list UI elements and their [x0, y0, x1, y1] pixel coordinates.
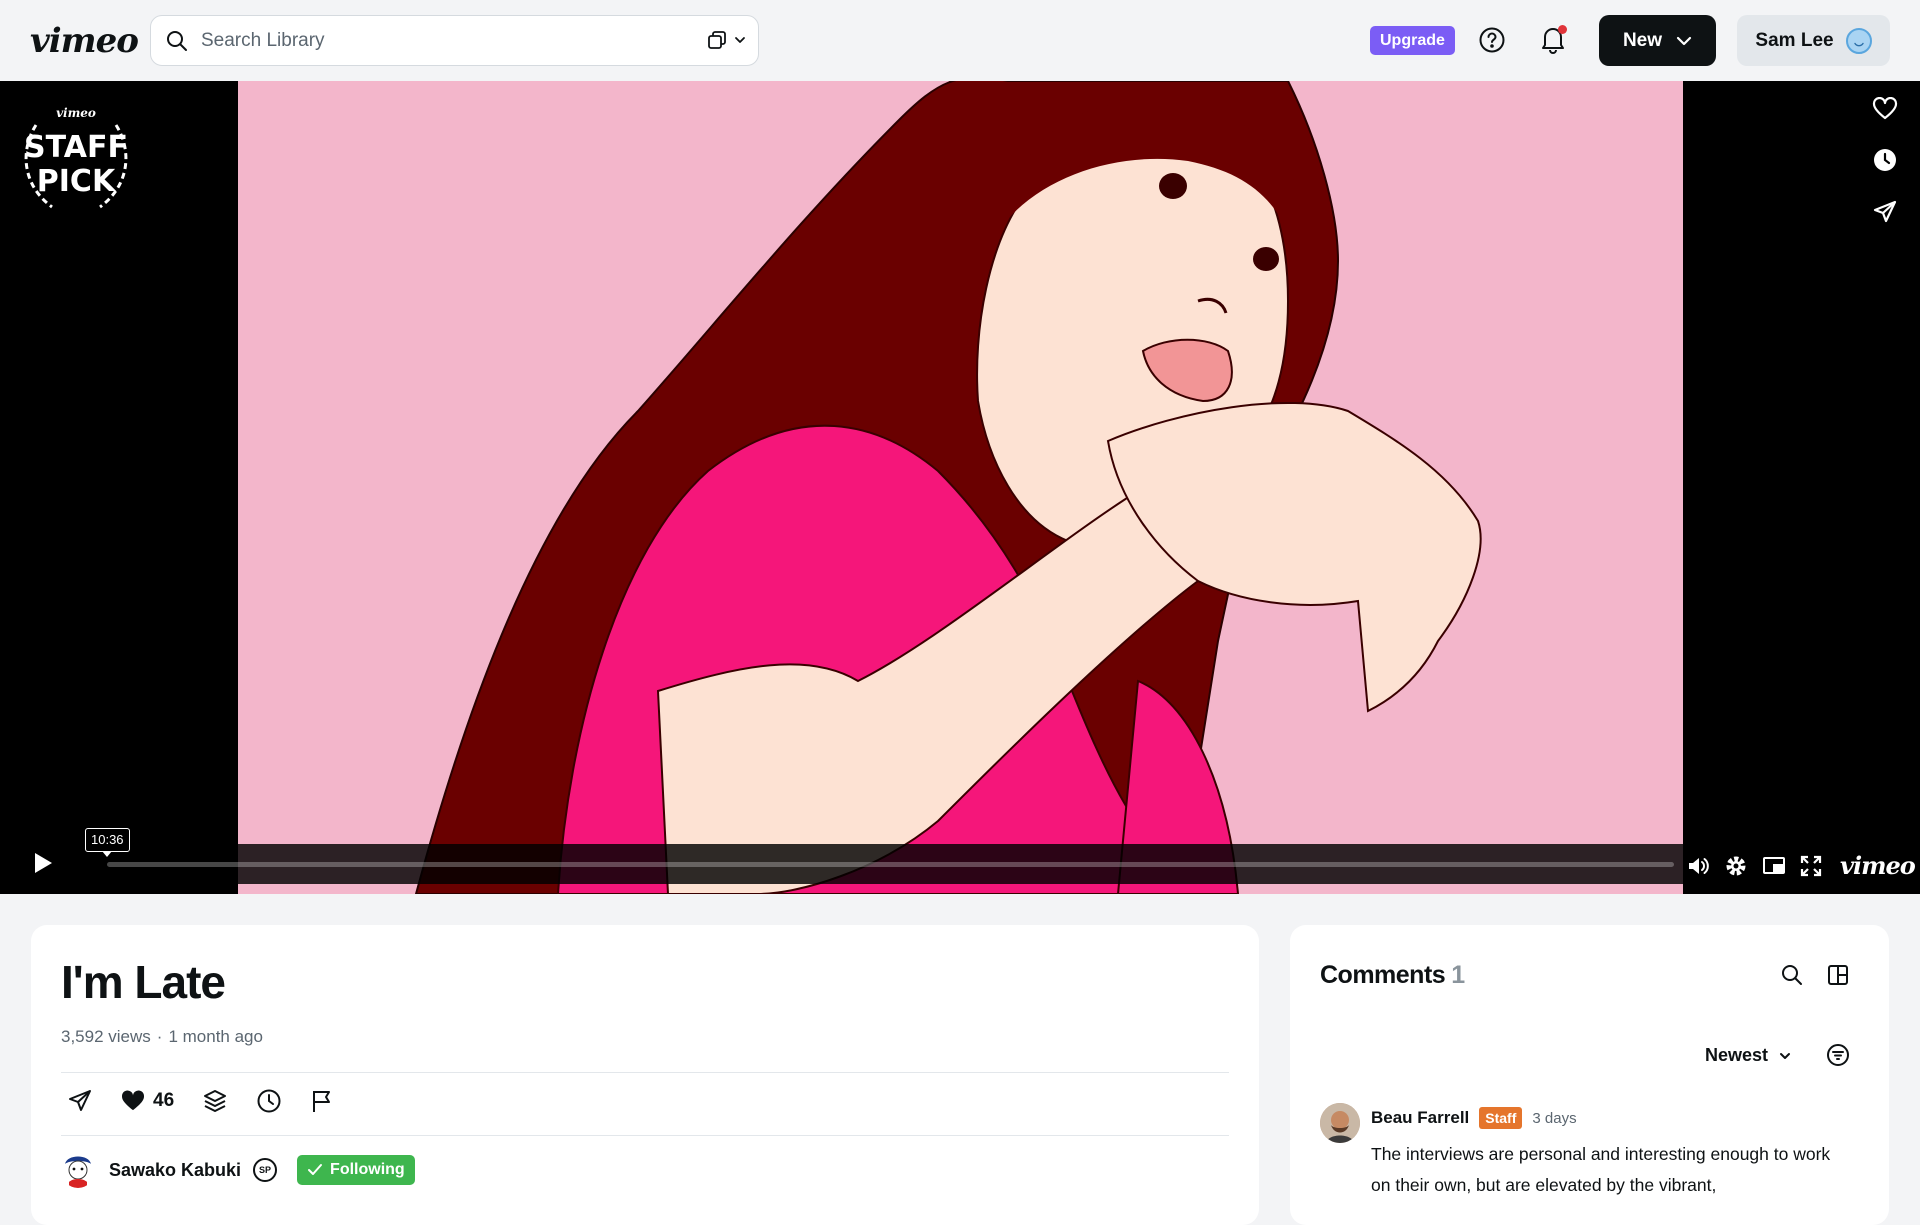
user-menu-button[interactable]: Sam Lee	[1737, 15, 1890, 66]
clock-icon	[256, 1088, 282, 1114]
player-right-controls: vimeo	[1686, 851, 1916, 880]
divider	[61, 1072, 1229, 1073]
staff-pick-badge[interactable]: vimeo STAFF PICK	[14, 95, 138, 219]
user-name: Sam Lee	[1755, 29, 1834, 51]
new-button[interactable]: New	[1599, 15, 1716, 66]
copy-icon	[706, 29, 728, 51]
staff-pick-line1: STAFF	[24, 130, 128, 165]
play-icon[interactable]	[32, 850, 54, 876]
flag-icon	[310, 1088, 334, 1114]
comments-title: Comments	[1320, 961, 1446, 989]
following-label: Following	[330, 1161, 405, 1178]
layers-icon	[202, 1088, 228, 1114]
send-icon	[67, 1088, 93, 1114]
view-count: 3,592 views	[61, 1027, 151, 1046]
player-side-actions	[1872, 97, 1898, 225]
top-bar: vimeo Upgrade New Sam Lee	[0, 0, 1920, 81]
chevron-down-icon	[1778, 1049, 1792, 1063]
duration-tooltip: 10:36	[85, 828, 130, 857]
meta-separator: ·	[156, 1027, 163, 1046]
chevron-down-icon	[1676, 33, 1692, 49]
following-button[interactable]: Following	[297, 1155, 415, 1185]
search-box[interactable]	[150, 15, 759, 66]
volume-icon[interactable]	[1686, 854, 1710, 878]
settings-icon[interactable]	[1724, 854, 1748, 878]
like-count: 46	[153, 1090, 175, 1111]
watch-later-button[interactable]	[256, 1088, 282, 1114]
new-button-label: New	[1622, 29, 1663, 51]
send-icon[interactable]	[1872, 199, 1898, 225]
search-icon	[165, 29, 189, 53]
video-info-card: I'm Late 3,592 views · 1 month ago 46 Sa…	[31, 925, 1259, 1225]
avatar[interactable]	[1320, 1103, 1360, 1143]
posted-date: 1 month ago	[168, 1027, 263, 1046]
report-button[interactable]	[310, 1088, 334, 1114]
sort-label: Newest	[1705, 1045, 1769, 1065]
video-frame[interactable]	[238, 81, 1683, 894]
sort-dropdown[interactable]: Newest	[1705, 1045, 1792, 1066]
pip-icon[interactable]	[1762, 855, 1786, 877]
video-meta: 3,592 views · 1 month ago	[61, 1027, 263, 1047]
filter-icon[interactable]	[1826, 1043, 1850, 1067]
clock-icon[interactable]	[1872, 147, 1898, 173]
comment-text: The interviews are personal and interest…	[1371, 1144, 1831, 1195]
video-title: I'm Late	[61, 956, 226, 1008]
video-actions: 46	[67, 1088, 362, 1114]
comment-time: 3 days	[1532, 1109, 1577, 1127]
creator-row: Sawako Kabuki SP Following	[61, 1152, 415, 1188]
help-circle-icon[interactable]	[1478, 26, 1506, 54]
notification-dot	[1558, 25, 1567, 34]
search-filter-dropdown[interactable]	[706, 29, 746, 51]
search-icon[interactable]	[1780, 963, 1804, 987]
vimeo-watermark[interactable]: vimeo	[1840, 851, 1916, 880]
staff-pick-brand: vimeo	[56, 106, 96, 120]
video-player[interactable]: vimeo STAFF PICK vimeo	[0, 81, 1920, 894]
like-button[interactable]: 46	[121, 1090, 174, 1112]
share-button[interactable]	[67, 1088, 93, 1114]
comment-author[interactable]: Beau Farrell	[1371, 1108, 1469, 1128]
comments-heading: Comments 1	[1320, 961, 1465, 990]
staff-pick-line2: PICK	[37, 164, 117, 199]
staff-badge: Staff	[1479, 1107, 1523, 1129]
check-icon	[307, 1163, 323, 1177]
heart-icon	[121, 1090, 145, 1112]
heart-icon[interactable]	[1872, 97, 1898, 121]
panel-layout-icon[interactable]	[1826, 963, 1850, 987]
comment-header: Beau Farrell Staff 3 days	[1371, 1107, 1577, 1129]
creator-name[interactable]: Sawako Kabuki	[109, 1160, 241, 1181]
comments-panel: Comments 1 Newest Beau Farrell Staff 3 da…	[1290, 925, 1889, 1225]
fullscreen-icon[interactable]	[1800, 855, 1822, 877]
avatar	[1845, 27, 1872, 54]
creator-badge: SP	[253, 1158, 278, 1182]
chevron-down-icon	[734, 34, 746, 46]
video-still-illustration	[238, 81, 1683, 894]
divider	[61, 1135, 1229, 1136]
search-input[interactable]	[201, 26, 661, 56]
vimeo-logo[interactable]: vimeo	[30, 21, 139, 61]
comments-count: 1	[1451, 961, 1465, 989]
progress-bar[interactable]	[107, 862, 1674, 867]
avatar[interactable]	[61, 1152, 95, 1188]
add-to-collection-button[interactable]	[202, 1088, 228, 1114]
upgrade-button[interactable]: Upgrade	[1370, 26, 1455, 55]
